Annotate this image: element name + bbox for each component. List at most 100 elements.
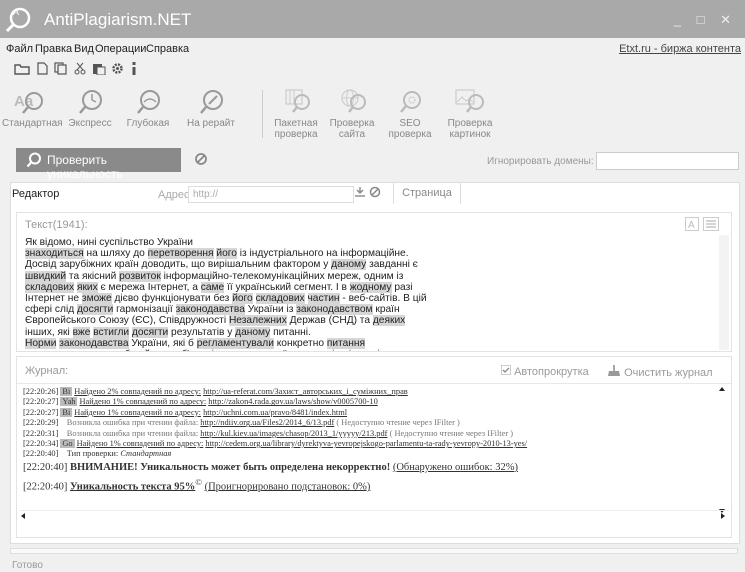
journal-url-link[interactable]: http://uchni.com.ua/pravo/8481/index.htm…: [203, 408, 347, 417]
text-line: Інтернет не зможе дієво функціонувати бе…: [25, 293, 725, 305]
text-segment: - веб-сайтів. В цій: [339, 293, 427, 305]
text-segment: конкретно: [273, 337, 327, 349]
journal-header: Журнал:: [25, 365, 69, 377]
cancel-icon[interactable]: [194, 152, 208, 166]
menu-view[interactable]: Вид: [74, 43, 94, 55]
check-uniqueness-button[interactable]: Проверить уникальность: [16, 148, 181, 181]
highlighted-word: саме: [200, 281, 225, 293]
journal-timestamp: [22:20:40]: [23, 449, 59, 459]
text-editor-area[interactable]: Як відомо, нині суспільство України знахо…: [25, 237, 725, 351]
express-check-button[interactable]: Экспресс: [64, 86, 116, 129]
highlighted-word: зможе: [81, 293, 112, 305]
text-segment: завданні є: [366, 259, 418, 271]
express-check-label: Экспресс: [68, 118, 112, 129]
font-size-icon[interactable]: A: [685, 217, 700, 231]
standard-check-label: Стандартная: [2, 118, 63, 129]
check-type-value: Стандартная: [120, 449, 172, 459]
highlighted-word: яких: [76, 281, 98, 293]
menu-edit[interactable]: Правка: [35, 43, 72, 55]
window-controls[interactable]: _ □ ✕: [674, 12, 737, 28]
text-header: Текст(1941):: [25, 219, 88, 231]
copyright-mark: ©: [195, 476, 202, 487]
text-segment: та якісний: [66, 270, 120, 282]
journal-url-link[interactable]: http://ua-referat.com/Захист_авторських_…: [203, 387, 408, 396]
highlighted-word: даному: [331, 259, 367, 271]
clear-journal-button[interactable]: Очистить журнал: [607, 365, 713, 379]
journal-line: [22:20:31] Возникла ошибка при чтении фа…: [23, 429, 723, 439]
highlighted-word: складових: [255, 293, 305, 305]
folder-open-icon[interactable]: [14, 62, 30, 75]
express-check-icon: [79, 90, 102, 114]
highlighted-word: складових: [25, 281, 75, 293]
app-title: AntiPlagiarism.NET: [44, 10, 192, 29]
info-icon[interactable]: [130, 62, 138, 75]
copy-icon[interactable]: [54, 62, 68, 75]
highlighted-word: перетворення: [147, 248, 214, 260]
highlighted-word: знаходиться: [25, 248, 84, 260]
journal-warning-line: [22:20:40] ВНИМАНИЕ! Уникальность может …: [23, 460, 723, 475]
journal-url-link[interactable]: http://kul.kiev.ua/images/chasop/2013_1/…: [200, 429, 387, 438]
highlighted-word: частин: [307, 293, 340, 305]
search-engine-badge: Bi: [60, 407, 73, 417]
standard-check-button[interactable]: Aa Стандартная: [2, 86, 63, 129]
journal-message: Тип проверки:: [66, 449, 119, 459]
paste-icon[interactable]: [92, 62, 106, 75]
editor-tab-row: Редактор Адрес: http:// Страница: [10, 182, 740, 206]
image-check-button[interactable]: Проверка картинок: [442, 86, 498, 140]
text-scrollbar[interactable]: [719, 235, 729, 350]
batch-check-icon: [285, 89, 310, 113]
journal-line: [22:20:29] Возникла ошибка при чтении фа…: [23, 418, 723, 428]
download-icon[interactable]: [354, 186, 366, 198]
text-segment: правового статусу веб-сайту як об'єкту і…: [25, 349, 421, 351]
new-file-icon[interactable]: [36, 62, 48, 75]
etxt-link[interactable]: Etxt.ru - биржа контента: [619, 43, 741, 55]
text-line: складових яких є мережа Інтернет, а саме…: [25, 281, 725, 293]
journal-scrollbar[interactable]: [717, 385, 727, 515]
journal-url-link[interactable]: http://cedem.org.ua/library/dyrektyva-ye…: [205, 439, 527, 448]
text-line: інших, які вже встигли досягти результат…: [25, 326, 725, 338]
seo-check-button[interactable]: SEO проверка: [384, 86, 436, 140]
batch-check-label: Пакетная проверка: [274, 118, 318, 140]
check-uniqueness-label: Проверить уникальность: [47, 153, 123, 181]
cut-icon[interactable]: [74, 62, 86, 75]
menu-operations[interactable]: Операции: [95, 43, 146, 55]
journal-result-line: [22:20:40] Уникальность текста 95%© (Про…: [23, 475, 723, 495]
highlighted-word: швидкий: [25, 270, 67, 282]
batch-check-button[interactable]: Пакетная проверка: [270, 86, 322, 140]
substitutions-link[interactable]: (Проигнорировано подстановок: 0%): [205, 481, 371, 492]
app-logo-icon: A: [5, 7, 31, 33]
journal-url-link[interactable]: http://ndiiv.org.ua/Files2/2014_6/13.pdf: [200, 418, 334, 427]
errors-link[interactable]: (Обнаружено ошибок: 32%): [393, 462, 518, 473]
ignore-domains-label: Игнорировать домены:: [487, 156, 594, 167]
text-segment: її український сегмент. І в: [224, 281, 350, 293]
journal-log: [22:20:26] Bi Найдено 2% совпадений по адр…: [23, 387, 723, 494]
clear-address-icon[interactable]: [369, 186, 381, 198]
ignore-domains-input[interactable]: [596, 152, 739, 170]
tab-page[interactable]: Страница: [393, 182, 461, 204]
address-input[interactable]: http://: [188, 186, 354, 203]
text-view-icons: A: [685, 217, 719, 234]
autoscroll-label: Автопрокрутка: [514, 366, 589, 378]
site-check-button[interactable]: Проверка сайта: [326, 86, 378, 140]
search-engine-badge: Bi: [60, 387, 73, 396]
tab-editor[interactable]: Редактор: [12, 188, 59, 200]
journal-url-link[interactable]: http://zakon4.rada.gov.ua/laws/show/v000…: [208, 397, 378, 406]
deep-check-button[interactable]: Глубокая: [122, 86, 174, 129]
rewrite-check-button[interactable]: На рерайт: [182, 86, 240, 129]
text-line: сфері слід досягти гармонізації законода…: [25, 304, 725, 316]
deep-check-icon: [137, 90, 160, 114]
journal-line: [22:20:40] Тип проверки: Стандартная: [23, 449, 723, 459]
settings-icon[interactable]: [111, 62, 124, 75]
text-segment: Інтернет не: [25, 293, 82, 305]
journal-horizontal-scrollbar[interactable]: [19, 510, 729, 521]
menu-help[interactable]: Справка: [146, 43, 189, 55]
highlighted-word: встигли: [93, 326, 130, 338]
journal-line: [22:20:26] Bi Найдено 2% совпадений по адр…: [23, 387, 723, 397]
journal-error-note: ( Недоступно чтение через IFilter ): [336, 418, 460, 428]
autoscroll-toggle[interactable]: Автопрокрутка: [501, 365, 589, 378]
list-view-icon[interactable]: [703, 217, 719, 231]
menu-file[interactable]: Файл: [6, 43, 33, 55]
highlighted-word: регламентували: [196, 337, 274, 349]
text-segment: на шляху до: [83, 248, 148, 260]
text-segment: Держав (СНД) та: [286, 315, 373, 327]
